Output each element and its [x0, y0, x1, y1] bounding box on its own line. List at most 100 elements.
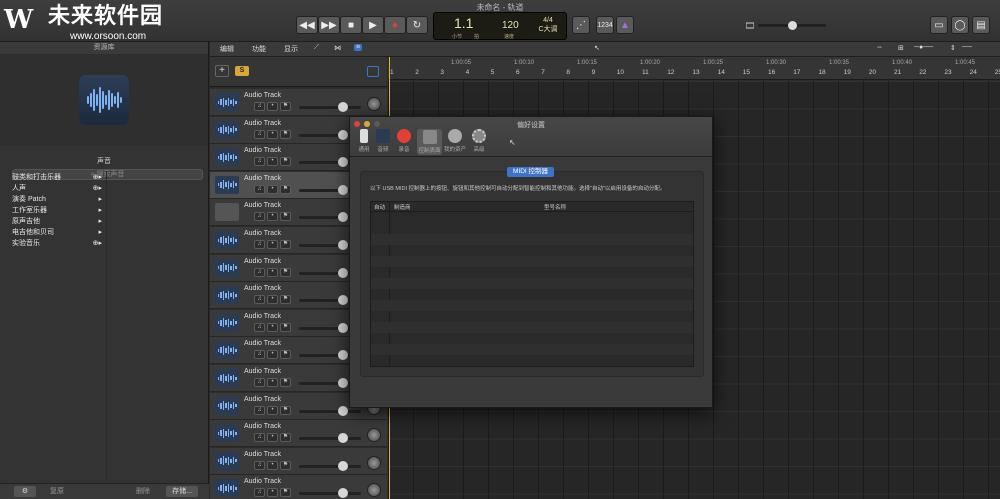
mute-button[interactable]: •	[267, 184, 278, 194]
input-monitor-button[interactable]: ⚑	[280, 102, 291, 111]
column-manufacturer[interactable]: 制造商	[394, 203, 411, 211]
ruler[interactable]: 1 2 3 4 5 6 7 8 9 10 11 12 13 14 15 16 17 18 19 20 21 22 23 24 2…	[388, 57, 1000, 80]
input-monitor-button[interactable]: ⚑	[280, 433, 291, 443]
mute-button[interactable]: •	[267, 102, 278, 111]
library-item[interactable]: 人声 ⊕▸	[12, 182, 105, 193]
fader-knob[interactable]	[338, 488, 348, 499]
mute-button[interactable]: •	[267, 488, 278, 498]
edit-menu[interactable]: 编辑	[220, 44, 234, 54]
play-button[interactable]: ▶	[362, 16, 384, 34]
master-volume-knob[interactable]	[788, 21, 797, 30]
headphones-icon[interactable]: ♫	[254, 322, 265, 332]
input-monitor-button[interactable]: ⚑	[280, 157, 291, 167]
forward-button[interactable]: ▶▶	[318, 16, 340, 34]
metronome-button[interactable]: ▲	[616, 16, 634, 34]
revert-button[interactable]: 复原	[46, 486, 68, 497]
mute-button[interactable]: •	[267, 129, 278, 139]
count-in-button[interactable]: 1234	[596, 16, 614, 34]
volume-fader[interactable]	[299, 102, 361, 112]
track-header[interactable]: Audio Track ♫ • ⚑	[210, 420, 387, 448]
tab-control-surfaces[interactable]: 控制表面	[417, 129, 442, 155]
pointer-tool-icon[interactable]: ↖	[594, 44, 600, 52]
mute-button[interactable]: •	[267, 433, 278, 443]
add-icon[interactable]: ⊕▸	[93, 239, 102, 247]
mute-button[interactable]: •	[267, 405, 278, 415]
column-auto[interactable]: 自动	[374, 203, 385, 211]
zoom-horizontal-slider[interactable]: ─●──	[914, 44, 933, 51]
headphones-icon[interactable]: ♫	[254, 295, 265, 305]
add-icon[interactable]: ⊕▸	[93, 173, 102, 181]
volume-fader[interactable]	[299, 460, 361, 471]
media-browser-button[interactable]: ▤	[972, 16, 990, 34]
fader-knob[interactable]	[338, 184, 348, 195]
headphones-icon[interactable]: ♫	[254, 433, 265, 443]
record-button[interactable]: ●	[384, 16, 406, 34]
midi-controller-table[interactable]: 自动 制造商 型号名称	[370, 201, 694, 367]
column-model[interactable]: 型号名称	[544, 203, 566, 211]
fader-knob[interactable]	[338, 212, 348, 223]
fader-knob[interactable]	[338, 129, 348, 140]
tab-my-info[interactable]: 我的资产	[444, 129, 466, 153]
midi-controllers-tab[interactable]: MIDI 控制器	[507, 167, 555, 177]
pan-knob[interactable]	[367, 483, 381, 498]
input-monitor-button[interactable]: ⚑	[280, 350, 291, 360]
midi-in-icon[interactable]: ≡	[354, 44, 363, 51]
library-item[interactable]: 工作室乐器 ▸	[12, 204, 105, 215]
mute-button[interactable]: •	[267, 267, 278, 277]
fader-knob[interactable]	[338, 157, 348, 168]
library-item[interactable]: 原声吉他 ▸	[12, 215, 105, 226]
input-monitor-button[interactable]: ⚑	[280, 184, 291, 194]
fader-knob[interactable]	[338, 240, 348, 250]
mute-button[interactable]: •	[267, 212, 278, 222]
input-monitor-button[interactable]: ⚑	[280, 322, 291, 332]
tab-recording[interactable]: 录音	[393, 129, 415, 153]
smart-controls-button[interactable]: S	[235, 66, 249, 76]
library-item[interactable]: 实验音乐 ⊕▸	[12, 237, 105, 248]
mute-button[interactable]: •	[267, 378, 278, 387]
tuner-button[interactable]: ⋰	[572, 16, 590, 34]
align-icon[interactable]: ⊞	[898, 44, 904, 52]
fader-knob[interactable]	[338, 295, 348, 306]
add-track-button[interactable]: +	[215, 65, 229, 77]
input-monitor-button[interactable]: ⚑	[280, 295, 291, 305]
functions-menu[interactable]: 功能	[252, 44, 266, 54]
headphones-icon[interactable]: ♫	[254, 157, 265, 167]
loop-browser-button[interactable]: ◯	[951, 16, 969, 34]
view-menu[interactable]: 显示	[284, 44, 298, 54]
global-tracks-icon[interactable]	[367, 66, 379, 77]
volume-fader[interactable]	[299, 488, 361, 499]
fader-knob[interactable]	[338, 433, 348, 444]
headphones-icon[interactable]: ♫	[254, 405, 265, 415]
input-monitor-button[interactable]: ⚑	[280, 129, 291, 139]
headphones-icon[interactable]: ♫	[254, 350, 265, 360]
notepad-button[interactable]: ▭	[930, 16, 948, 34]
gear-menu-button[interactable]: ⚙	[14, 486, 36, 497]
delete-button[interactable]: 删除	[132, 486, 154, 497]
pan-knob[interactable]	[367, 428, 381, 443]
catch-icon[interactable]: ⟋	[314, 44, 319, 52]
volume-fader[interactable]	[299, 405, 361, 416]
zoom-vertical-slider[interactable]: ──	[962, 44, 972, 51]
library-item[interactable]: 电吉他和贝司 ▸	[12, 226, 105, 237]
fader-knob[interactable]	[338, 405, 348, 416]
mute-button[interactable]: •	[267, 157, 278, 167]
headphones-icon[interactable]: ♫	[254, 240, 265, 249]
lcd-display[interactable]: 1.1 120 4/4 C大调 小节 拍 速度	[433, 12, 567, 40]
headphones-icon[interactable]: ♫	[254, 102, 265, 111]
zoom-vertical-icon[interactable]: ⇕	[950, 44, 956, 52]
library-item[interactable]: 演奏 Patch ▸	[12, 193, 105, 204]
fader-knob[interactable]	[338, 378, 348, 388]
mute-button[interactable]: •	[267, 322, 278, 332]
fader-knob[interactable]	[338, 267, 348, 278]
fader-knob[interactable]	[338, 460, 348, 471]
master-volume-slider[interactable]	[758, 21, 826, 30]
pan-knob[interactable]	[367, 455, 381, 470]
headphones-icon[interactable]: ♫	[254, 129, 265, 139]
fit-icon[interactable]: ⇔	[876, 44, 883, 51]
snap-icon[interactable]: ⋈	[334, 44, 341, 52]
mute-button[interactable]: •	[267, 295, 278, 305]
fader-knob[interactable]	[338, 102, 348, 112]
headphones-icon[interactable]: ♫	[254, 378, 265, 387]
fader-knob[interactable]	[338, 350, 348, 361]
headphones-icon[interactable]: ♫	[254, 267, 265, 277]
